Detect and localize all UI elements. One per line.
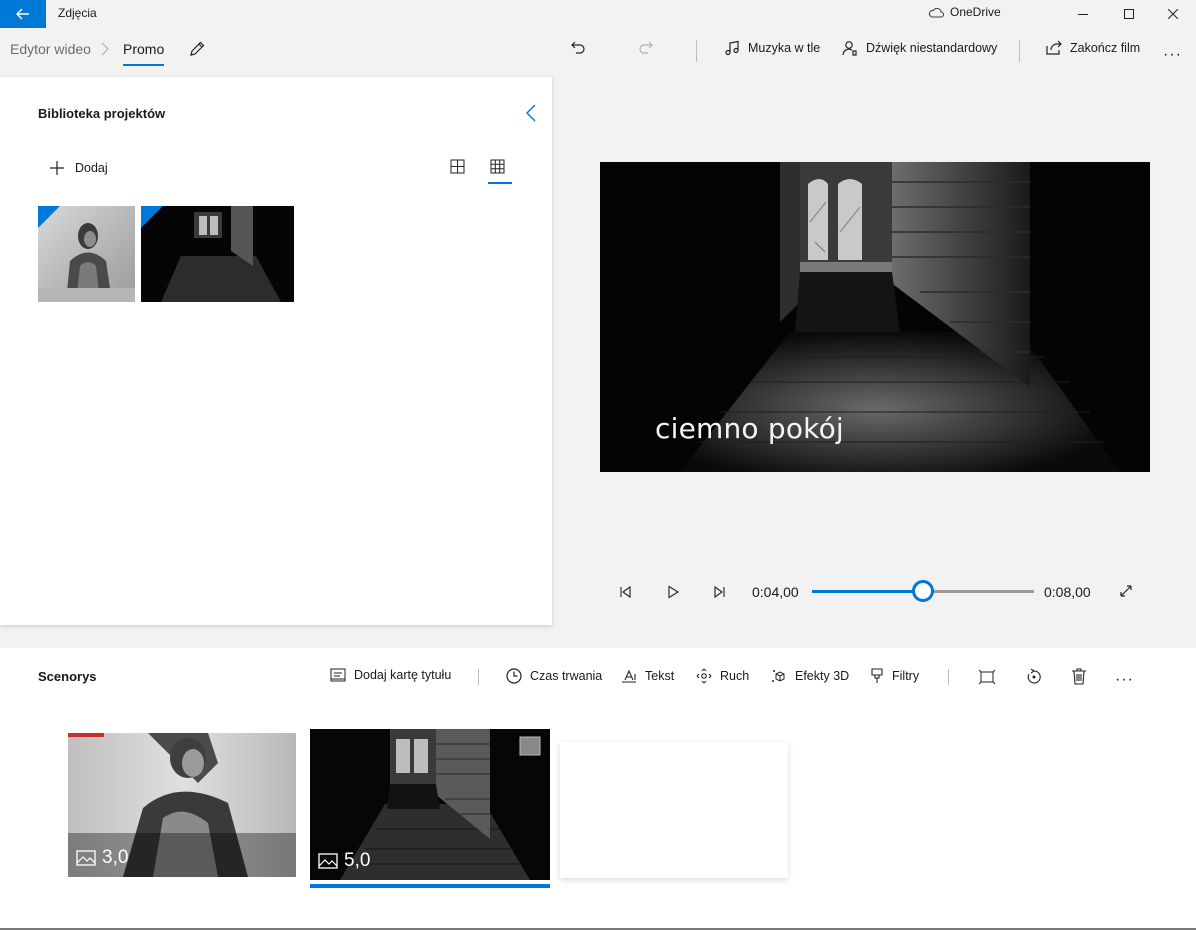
3d-effects-label: Efekty 3D: [795, 669, 850, 683]
minimize-button[interactable]: [1060, 0, 1106, 28]
person-audio-icon: [842, 41, 857, 56]
library-item-woman-photo[interactable]: [38, 206, 135, 302]
title-bar: Zdjęcia OneDrive: [0, 0, 1196, 28]
custom-audio-button[interactable]: Dźwięk niestandardowy: [842, 40, 997, 56]
clip-duration-value: 3,0: [102, 847, 129, 868]
close-icon: [1168, 9, 1178, 19]
pencil-icon[interactable]: [188, 40, 206, 58]
duration-button[interactable]: Czas trwania: [506, 668, 602, 684]
add-title-card-button[interactable]: Dodaj kartę tytułu: [330, 668, 451, 682]
clip-duration-value: 5,0: [344, 850, 371, 871]
rotate-icon[interactable]: [1025, 668, 1043, 686]
finish-video-label: Zakończ film: [1070, 41, 1141, 55]
resize-icon[interactable]: [978, 669, 996, 685]
total-time: 0:08,00: [1044, 584, 1091, 600]
undo-icon[interactable]: [570, 40, 586, 56]
redo-icon[interactable]: [638, 40, 654, 56]
view-selected-indicator: [488, 182, 512, 184]
maximize-icon: [1124, 9, 1134, 19]
share-icon: [1046, 40, 1062, 55]
more-options-icon[interactable]: ···: [1163, 46, 1182, 64]
text-icon: [622, 669, 636, 683]
duration-label: Czas trwania: [530, 669, 603, 683]
breadcrumb-current: Promo: [123, 41, 165, 57]
breadcrumb-root[interactable]: Edytor wideo: [10, 41, 91, 57]
add-title-card-label: Dodaj kartę tytułu: [354, 668, 452, 682]
chevron-right-icon: [101, 42, 109, 56]
next-frame-button[interactable]: [711, 583, 729, 601]
motion-icon: [696, 668, 712, 684]
custom-audio-label: Dźwięk niestandardowy: [866, 41, 998, 55]
background-music-button[interactable]: Muzyka w tle: [724, 40, 820, 56]
in-use-corner-badge: [141, 206, 163, 228]
add-media-label: Dodaj: [75, 161, 108, 175]
maximize-button[interactable]: [1106, 0, 1152, 28]
current-time: 0:04,00: [752, 584, 799, 600]
step-forward-icon: [714, 585, 725, 599]
preview-caption: ciemno pokój: [655, 412, 844, 445]
chevron-left-icon[interactable]: [524, 104, 538, 122]
seek-bar-thumb[interactable]: [912, 580, 934, 602]
filters-label: Filtry: [892, 669, 920, 683]
arrow-left-icon: [16, 8, 29, 20]
storyboard-card-selected[interactable]: 5,0: [310, 729, 550, 880]
plus-icon: [50, 161, 64, 175]
motion-label: Ruch: [720, 669, 750, 683]
grid-large-icon[interactable]: [450, 159, 465, 174]
image-icon: [318, 853, 338, 869]
storyboard-title: Scenorys: [38, 669, 97, 684]
app-title: Zdjęcia: [58, 6, 97, 20]
clock-icon: [506, 668, 522, 684]
play-button[interactable]: [664, 583, 682, 601]
back-button[interactable]: [0, 0, 46, 28]
onedrive-label: OneDrive: [950, 5, 1001, 19]
in-use-corner-badge: [38, 206, 60, 228]
onedrive-status[interactable]: OneDrive: [928, 5, 1001, 19]
separator: [948, 669, 949, 685]
image-icon: [76, 850, 96, 866]
filter-brush-icon: [871, 668, 883, 683]
separator: [696, 40, 697, 62]
seek-bar-progress: [812, 590, 923, 593]
clip-duration: 5,0: [318, 850, 370, 872]
close-button[interactable]: [1150, 0, 1196, 28]
clip-duration: 3,0: [76, 847, 128, 869]
project-library-panel: Biblioteka projektów Dodaj: [0, 77, 552, 625]
finish-video-button[interactable]: Zakończ film: [1046, 40, 1140, 56]
library-item-dark-room-photo[interactable]: [141, 206, 294, 302]
text-button[interactable]: Tekst: [621, 668, 674, 684]
text-label: Tekst: [645, 669, 675, 683]
dark-room-thumbnail: [141, 206, 294, 302]
fullscreen-icon[interactable]: [1118, 583, 1134, 599]
background-music-label: Muzyka w tle: [748, 41, 821, 55]
motion-button[interactable]: Ruch: [696, 668, 749, 684]
video-preview[interactable]: ciemno pokój: [600, 162, 1150, 472]
storyboard-empty-slot[interactable]: [560, 742, 788, 878]
minimize-icon: [1078, 14, 1088, 15]
separator: [478, 669, 479, 685]
separator: [1019, 40, 1020, 62]
command-bar: Edytor wideo Promo Muzyka w tle Dźwięk n…: [0, 28, 1196, 74]
cloud-icon: [928, 7, 944, 18]
add-media-button[interactable]: Dodaj: [49, 160, 108, 176]
grid-small-icon[interactable]: [490, 159, 505, 174]
step-back-icon: [620, 585, 631, 599]
breadcrumb-underline: [123, 64, 164, 66]
3d-effects-icon: [772, 670, 785, 682]
trash-icon[interactable]: [1071, 668, 1087, 685]
play-icon: [668, 585, 680, 599]
library-title: Biblioteka projektów: [38, 106, 166, 121]
filters-button[interactable]: Filtry: [870, 668, 919, 684]
more-options-icon[interactable]: ···: [1115, 671, 1134, 689]
music-note-icon: [725, 40, 739, 56]
title-card-icon: [330, 668, 346, 682]
3d-effects-button[interactable]: Efekty 3D: [771, 668, 849, 684]
selected-clip-indicator: [310, 884, 550, 888]
storyboard-card[interactable]: 3,0: [68, 733, 296, 877]
previous-frame-button[interactable]: [616, 583, 634, 601]
